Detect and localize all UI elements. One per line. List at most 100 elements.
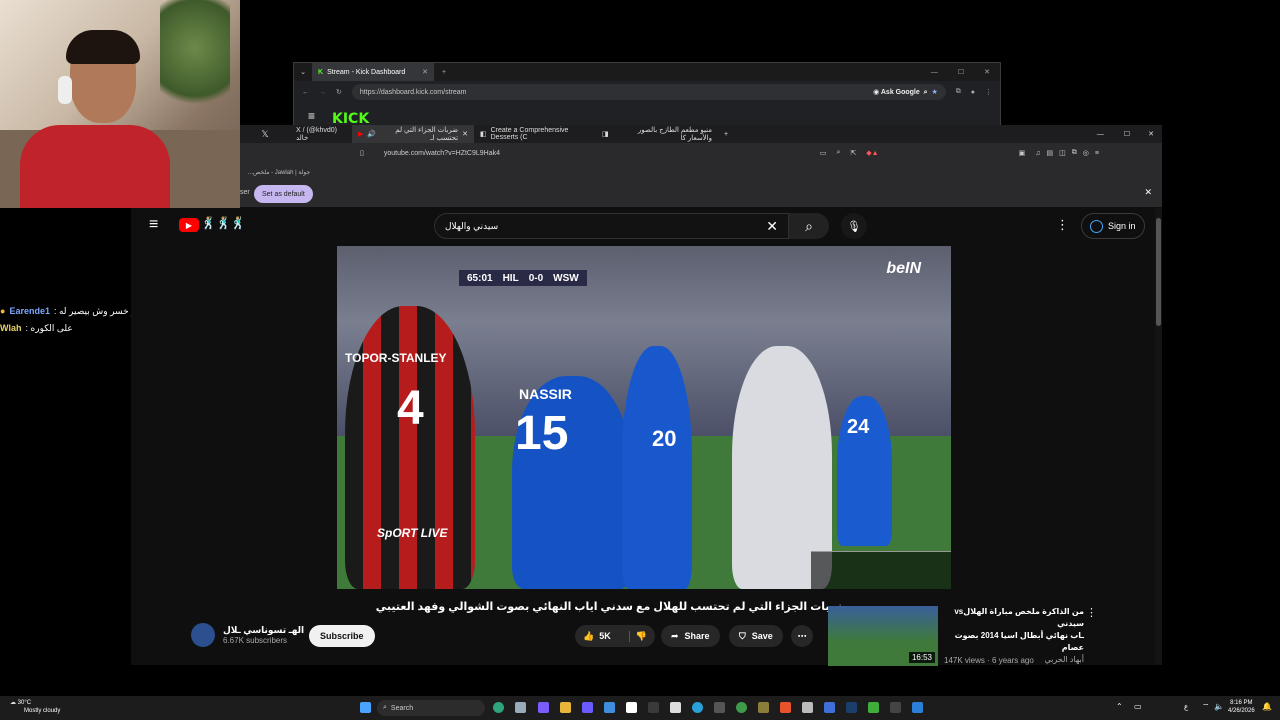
- brave-shield-icon[interactable]: ◆▲: [866, 149, 878, 157]
- hamburger-icon[interactable]: ≡: [308, 109, 315, 123]
- video-title: ضربات الجزاء التي لم تحتسب للهلال مع سدن…: [375, 601, 847, 613]
- settings-menu-icon[interactable]: ⋮: [1056, 217, 1069, 233]
- tab-label: X / (@khvd0) خالد: [296, 126, 337, 142]
- app-icon[interactable]: [582, 702, 593, 713]
- app-icon[interactable]: [670, 702, 681, 713]
- scrollbar[interactable]: [1155, 208, 1162, 665]
- copilot-icon[interactable]: [538, 702, 549, 713]
- app-icon[interactable]: [758, 702, 769, 713]
- kick-url-field[interactable]: https://dashboard.kick.com/stream ◉ Ask …: [351, 84, 946, 100]
- maximize-icon[interactable]: ☐: [1114, 130, 1140, 138]
- lang-indicator[interactable]: ع: [1184, 703, 1188, 711]
- close-icon[interactable]: ✕: [1144, 187, 1152, 198]
- weather-widget[interactable]: ☁ 30°C Mostly cloudy: [10, 699, 60, 715]
- app-icon[interactable]: [868, 702, 879, 713]
- reload-icon[interactable]: ↻: [336, 88, 342, 96]
- guide-menu-icon[interactable]: ≡: [149, 216, 158, 234]
- suggested-video[interactable]: 16:53 من الذاكرة ملخص مباراة الهلالvs سي…: [828, 606, 1098, 666]
- notifications-icon[interactable]: 🔔: [1262, 702, 1272, 711]
- scrollbar-thumb[interactable]: [1156, 218, 1161, 326]
- voice-search-button[interactable]: 🎙: [841, 213, 867, 239]
- youtube-logo-icon[interactable]: ▶: [179, 218, 199, 232]
- back-icon[interactable]: ←: [302, 89, 309, 96]
- tab-menu-icon[interactable]: ⌄: [294, 68, 312, 76]
- app-icon[interactable]: [802, 702, 813, 713]
- edge-icon[interactable]: [493, 702, 504, 713]
- search-button[interactable]: ⌕: [789, 213, 829, 239]
- extensions-icon[interactable]: ⧉: [1072, 149, 1077, 157]
- explorer-icon[interactable]: [560, 702, 571, 713]
- chrome-icon[interactable]: [736, 702, 747, 713]
- wallet-icon[interactable]: ▣: [1019, 149, 1026, 157]
- video-player[interactable]: TOPOR-STANLEY 4 NASSIR 15 20 24 65:01 HI…: [337, 246, 951, 589]
- save-button[interactable]: ⛉ Save: [729, 625, 783, 647]
- tab-youtube[interactable]: ▶ 🔊 ضربات الجزاء التي لم تحتسب لـ ✕: [352, 125, 474, 143]
- clear-search-icon[interactable]: ✕: [766, 218, 778, 235]
- menu-icon[interactable]: ⋮: [985, 88, 992, 96]
- xbox-icon[interactable]: [648, 702, 659, 713]
- x-icon[interactable]: 𝕏: [240, 129, 290, 140]
- url-field[interactable]: youtube.com/watch?v=HZtC9L9Hak4: [384, 150, 814, 157]
- minimize-icon[interactable]: —: [921, 69, 948, 76]
- channel-avatar[interactable]: [191, 623, 215, 647]
- close-icon[interactable]: ✕: [462, 130, 468, 138]
- forward-icon[interactable]: →: [319, 89, 326, 96]
- sidebar-icon[interactable]: ▤: [1046, 149, 1053, 157]
- steam-icon[interactable]: [846, 702, 857, 713]
- share-icon[interactable]: ⇱: [850, 149, 856, 157]
- battery-icon[interactable]: ▭: [1134, 702, 1142, 711]
- menu-icon[interactable]: ≡: [1095, 150, 1099, 157]
- app-icon[interactable]: [912, 702, 923, 713]
- new-tab-icon[interactable]: +: [718, 131, 734, 138]
- zoom-icon[interactable]: ⌕: [836, 149, 840, 157]
- tab-kick-dashboard[interactable]: K Stream - Kick Dashboard ✕: [312, 63, 434, 81]
- task-view-icon[interactable]: [515, 702, 526, 713]
- vpn-icon[interactable]: ◎: [1083, 149, 1089, 157]
- new-tab-icon[interactable]: +: [442, 69, 446, 76]
- minimize-icon[interactable]: —: [1087, 131, 1114, 138]
- more-options-icon[interactable]: ⋮: [1086, 606, 1097, 619]
- suggested-title-2[interactable]: ـاب نهائي أبطال اسيا 2014 بصوت عصام: [944, 630, 1084, 654]
- volume-icon[interactable]: 🔈: [1214, 702, 1224, 711]
- app-icon[interactable]: [626, 702, 637, 713]
- tab-menu[interactable]: ◨ منيو مطعم الطازج بالصور والأسعار كا: [596, 125, 718, 143]
- team-home: HIL: [502, 272, 519, 284]
- app-icon[interactable]: [824, 702, 835, 713]
- tab-desserts[interactable]: ◧ Create a Comprehensive Desserts (C: [474, 125, 596, 143]
- set-default-button[interactable]: Set as default: [254, 185, 313, 203]
- tray-chevron-icon[interactable]: ⌃: [1116, 702, 1123, 711]
- app-icon[interactable]: [604, 702, 615, 713]
- close-icon[interactable]: ✕: [422, 68, 428, 76]
- close-window-icon[interactable]: ✕: [974, 68, 1000, 76]
- ask-google-button[interactable]: ◉ Ask Google ⌕ ★: [873, 88, 938, 97]
- like-button[interactable]: 👍 5K: [583, 631, 611, 642]
- clock[interactable]: 8:16 PM 4/26/2026: [1228, 699, 1255, 715]
- brave-icon[interactable]: [780, 702, 791, 713]
- reader-mode-icon[interactable]: ◫: [1059, 149, 1066, 157]
- tab-x[interactable]: X / (@khvd0) خالد: [290, 125, 352, 143]
- kick-dashboard-window: ⌄ K Stream - Kick Dashboard ✕ + — ☐ ✕ ← …: [293, 62, 1001, 128]
- start-icon[interactable]: [360, 702, 371, 713]
- suggested-title[interactable]: من الذاكرة ملخص مباراة الهلالvs سيدني: [944, 606, 1084, 630]
- more-actions-button[interactable]: ⋯: [791, 625, 813, 647]
- sign-in-button[interactable]: Sign in: [1081, 213, 1145, 239]
- network-icon[interactable]: ⌔: [1202, 702, 1210, 712]
- search-input[interactable]: سيدني والهلال ✕: [434, 213, 789, 239]
- media-icon[interactable]: ♫: [1035, 150, 1040, 157]
- reader-icon[interactable]: ▭: [820, 149, 827, 157]
- dislike-button[interactable]: 👎: [628, 630, 647, 642]
- bookmark-item[interactable]: جولة | Jawlah - ملخص...: [248, 169, 310, 176]
- app-icon[interactable]: [890, 702, 901, 713]
- telegram-icon[interactable]: [692, 702, 703, 713]
- channel-name[interactable]: الهـ تسوناسي ـلال: [223, 625, 304, 636]
- profile-icon[interactable]: ●: [971, 89, 975, 96]
- share-button[interactable]: ➦ Share: [661, 625, 720, 647]
- suggested-thumbnail[interactable]: 16:53: [828, 606, 938, 666]
- app-icon[interactable]: [714, 702, 725, 713]
- extensions-icon[interactable]: ⧉: [956, 88, 961, 96]
- maximize-icon[interactable]: ☐: [948, 68, 974, 76]
- taskbar-search[interactable]: ⌕ Search: [377, 700, 485, 716]
- subscribe-button[interactable]: Subscribe: [309, 625, 375, 647]
- close-window-icon[interactable]: ✕: [1140, 130, 1162, 138]
- bookmark-icon[interactable]: ▯: [360, 149, 364, 157]
